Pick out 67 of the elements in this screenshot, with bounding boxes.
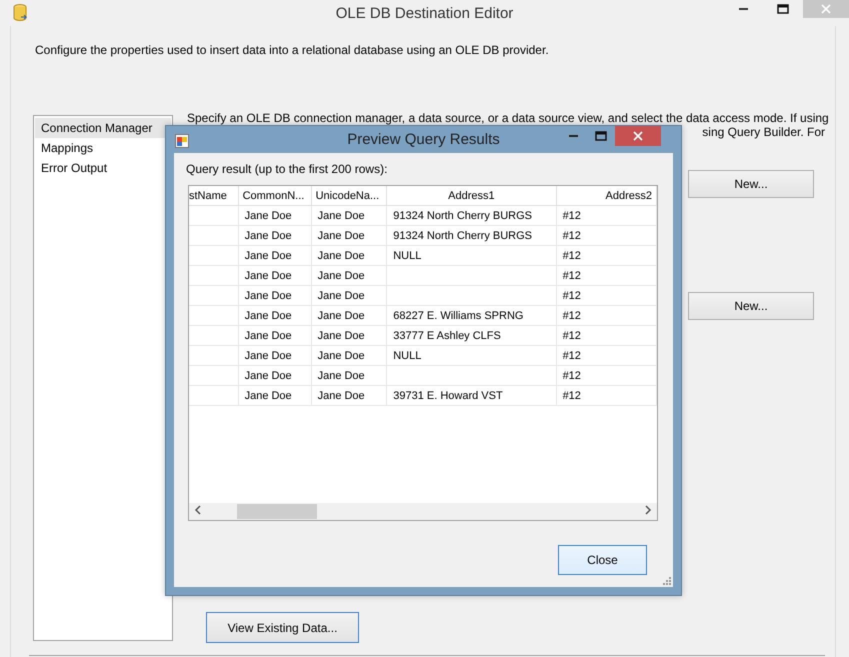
close-dialog-button[interactable]: Close [558, 545, 647, 575]
scrollbar-thumb[interactable] [237, 504, 317, 519]
table-cell: 91324 North Cherry BURGS [393, 230, 532, 242]
query-result-label: Query result (up to the first 200 rows): [186, 162, 388, 176]
resize-grip-icon [662, 576, 671, 585]
table-cell: 91324 North Cherry BURGS [393, 210, 532, 222]
table-cell: Jane Doe [318, 390, 365, 402]
table-cell: #12 [562, 370, 581, 382]
table-cell: NULL [393, 250, 422, 262]
maximize-icon [777, 4, 789, 14]
table-cell: #12 [562, 250, 581, 262]
column-header[interactable]: Address1 [386, 186, 556, 206]
table-cell: Jane Doe [244, 270, 292, 282]
column-header[interactable]: UnicodeNa... [311, 186, 387, 206]
table-cell: #12 [562, 270, 581, 282]
dialog-title: Preview Query Results [347, 131, 500, 148]
table-cell: Jane Doe [244, 370, 292, 382]
table-cell: Jane Doe [244, 310, 292, 322]
new-button[interactable]: New... [688, 292, 814, 320]
table-cell: #12 [562, 290, 581, 302]
database-icon [13, 4, 27, 22]
table-cell: Jane Doe [244, 250, 292, 262]
description-text: Configure the properties used to insert data into a relational database using an OLE DB provider. [34, 42, 550, 57]
table-cell: Jane Doe [244, 350, 292, 362]
table-cell: 39731 E. Howard VST [393, 390, 503, 402]
instruction-text: sing Query Builder. For [702, 125, 825, 139]
maximize-icon [595, 131, 607, 141]
table-cell: #12 [562, 210, 581, 222]
table-cell: #12 [562, 390, 581, 402]
table-cell: Jane Doe [244, 210, 292, 222]
table-cell: NULL [393, 350, 422, 362]
table-cell: Jane Doe [244, 330, 292, 342]
table-cell: Jane Doe [318, 250, 365, 262]
table-cell: Jane Doe [244, 230, 292, 242]
column-header[interactable]: stName [189, 186, 238, 206]
scroll-left-icon [194, 505, 202, 515]
column-header[interactable]: CommonN... [238, 186, 312, 206]
table-cell: Jane Doe [318, 310, 365, 322]
view-existing-data-button[interactable]: View Existing Data... [206, 612, 359, 643]
table-cell: Jane Doe [244, 390, 292, 402]
horizontal-scrollbar[interactable] [189, 503, 657, 520]
instruction-text: Specify an OLE DB connection manager, a data source, or a data source view, and select the data access mode. If using [187, 111, 829, 125]
table-cell: 68227 E. Williams SPRNG [393, 310, 524, 322]
minimize-icon [738, 8, 748, 10]
close-icon [633, 131, 643, 141]
close-button[interactable] [615, 126, 661, 146]
window-title: OLE DB Destination Editor [336, 4, 514, 22]
table-cell: Jane Doe [318, 370, 365, 382]
table-cell: Jane Doe [318, 270, 365, 282]
table-cell: Jane Doe [244, 290, 292, 302]
table-cell: Jane Doe [318, 330, 365, 342]
table-cell: Jane Doe [318, 350, 365, 362]
close-icon [821, 4, 831, 14]
new-button[interactable]: New... [688, 170, 814, 198]
table-cell: #12 [562, 330, 581, 342]
table-cell: #12 [562, 230, 581, 242]
column-header[interactable]: Address2 [556, 186, 656, 206]
table-cell: #12 [562, 310, 581, 322]
table-cell: Jane Doe [318, 230, 365, 242]
scroll-right-icon [644, 505, 652, 515]
table-cell: #12 [562, 350, 581, 362]
sidebar-item[interactable]: Connection Manager [35, 118, 171, 138]
table-cell: 33777 E Ashley CLFS [393, 330, 501, 342]
table-cell: Jane Doe [318, 210, 365, 222]
table-cell: Jane Doe [318, 290, 365, 302]
minimize-icon [568, 135, 578, 137]
application-icon [175, 134, 189, 148]
